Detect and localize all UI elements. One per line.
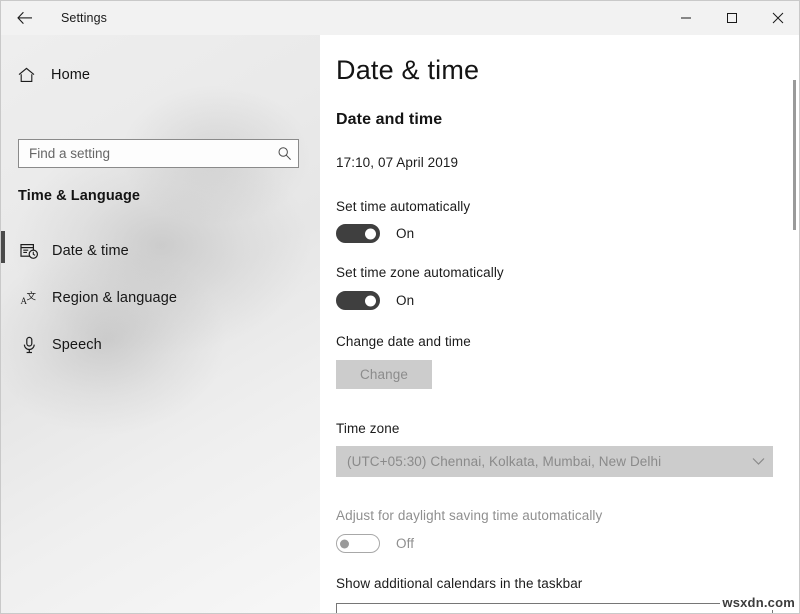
toggle-knob — [365, 295, 376, 306]
close-icon — [772, 12, 784, 24]
sidebar-item-home[interactable]: Home — [1, 58, 301, 92]
daylight-saving-row: Off — [336, 534, 414, 553]
current-datetime-text: 17:10, 07 April 2019 — [336, 155, 458, 170]
maximize-button[interactable] — [709, 1, 755, 35]
sidebar-item-label: Speech — [52, 337, 102, 353]
app-title: Settings — [61, 11, 107, 25]
home-icon — [18, 67, 38, 83]
set-time-automatically-label: Set time automatically — [336, 199, 470, 214]
page-title: Date & time — [336, 55, 479, 86]
back-arrow-icon — [17, 11, 33, 25]
daylight-saving-state: Off — [396, 536, 414, 551]
additional-calendars-dropdown[interactable]: Don't show additional calendars — [336, 603, 773, 614]
set-time-automatically-toggle[interactable] — [336, 224, 380, 243]
sidebar-item-label: Region & language — [52, 290, 177, 306]
set-timezone-automatically-label: Set time zone automatically — [336, 265, 504, 280]
language-icon: A 文 — [18, 289, 40, 307]
sidebar-item-region-language[interactable]: A 文 Region & language — [1, 274, 301, 321]
set-time-automatically-row: On — [336, 224, 414, 243]
toggle-knob — [365, 228, 376, 239]
time-zone-dropdown[interactable]: (UTC+05:30) Chennai, Kolkata, Mumbai, Ne… — [336, 446, 773, 477]
set-timezone-automatically-toggle[interactable] — [336, 291, 380, 310]
group-heading: Date and time — [336, 111, 442, 129]
sidebar-section-title: Time & Language — [18, 188, 140, 204]
watermark: wsxdn.com — [720, 595, 797, 610]
title-bar: Settings — [1, 1, 800, 35]
minimize-button[interactable] — [663, 1, 709, 35]
vertical-scrollbar[interactable] — [793, 35, 796, 614]
sidebar-nav-list: Date & time A 文 Region & language — [1, 227, 301, 368]
window-controls — [663, 1, 800, 35]
minimize-icon — [680, 12, 692, 24]
calendar-clock-icon — [18, 242, 40, 260]
chevron-down-icon — [743, 457, 773, 466]
sidebar-item-label: Date & time — [52, 243, 129, 259]
back-button[interactable] — [3, 2, 47, 34]
sidebar-item-date-time[interactable]: Date & time — [1, 227, 301, 274]
close-button[interactable] — [755, 1, 800, 35]
svg-text:文: 文 — [26, 290, 36, 302]
microphone-icon — [18, 336, 40, 354]
change-date-time-label: Change date and time — [336, 334, 471, 349]
sidebar-item-speech[interactable]: Speech — [1, 321, 301, 368]
set-time-automatically-state: On — [396, 226, 414, 241]
search-icon[interactable] — [270, 140, 298, 167]
toggle-knob — [340, 539, 349, 548]
search-box[interactable] — [18, 139, 299, 168]
search-input[interactable] — [19, 140, 270, 167]
sidebar-home-label: Home — [51, 67, 90, 83]
selection-indicator — [1, 231, 5, 263]
set-timezone-automatically-row: On — [336, 291, 414, 310]
daylight-saving-toggle[interactable] — [336, 534, 380, 553]
change-button[interactable]: Change — [336, 360, 432, 389]
settings-window: Settings — [0, 0, 800, 614]
maximize-icon — [726, 12, 738, 24]
main-content: Date & time Date and time 17:10, 07 Apri… — [320, 35, 799, 614]
scrollbar-thumb[interactable] — [793, 80, 796, 230]
daylight-saving-label: Adjust for daylight saving time automati… — [336, 508, 602, 523]
time-zone-label: Time zone — [336, 421, 399, 436]
additional-calendars-label: Show additional calendars in the taskbar — [336, 576, 582, 591]
sidebar: Home Time & Language — [1, 35, 320, 614]
set-timezone-automatically-state: On — [396, 293, 414, 308]
time-zone-value: (UTC+05:30) Chennai, Kolkata, Mumbai, Ne… — [336, 454, 743, 469]
